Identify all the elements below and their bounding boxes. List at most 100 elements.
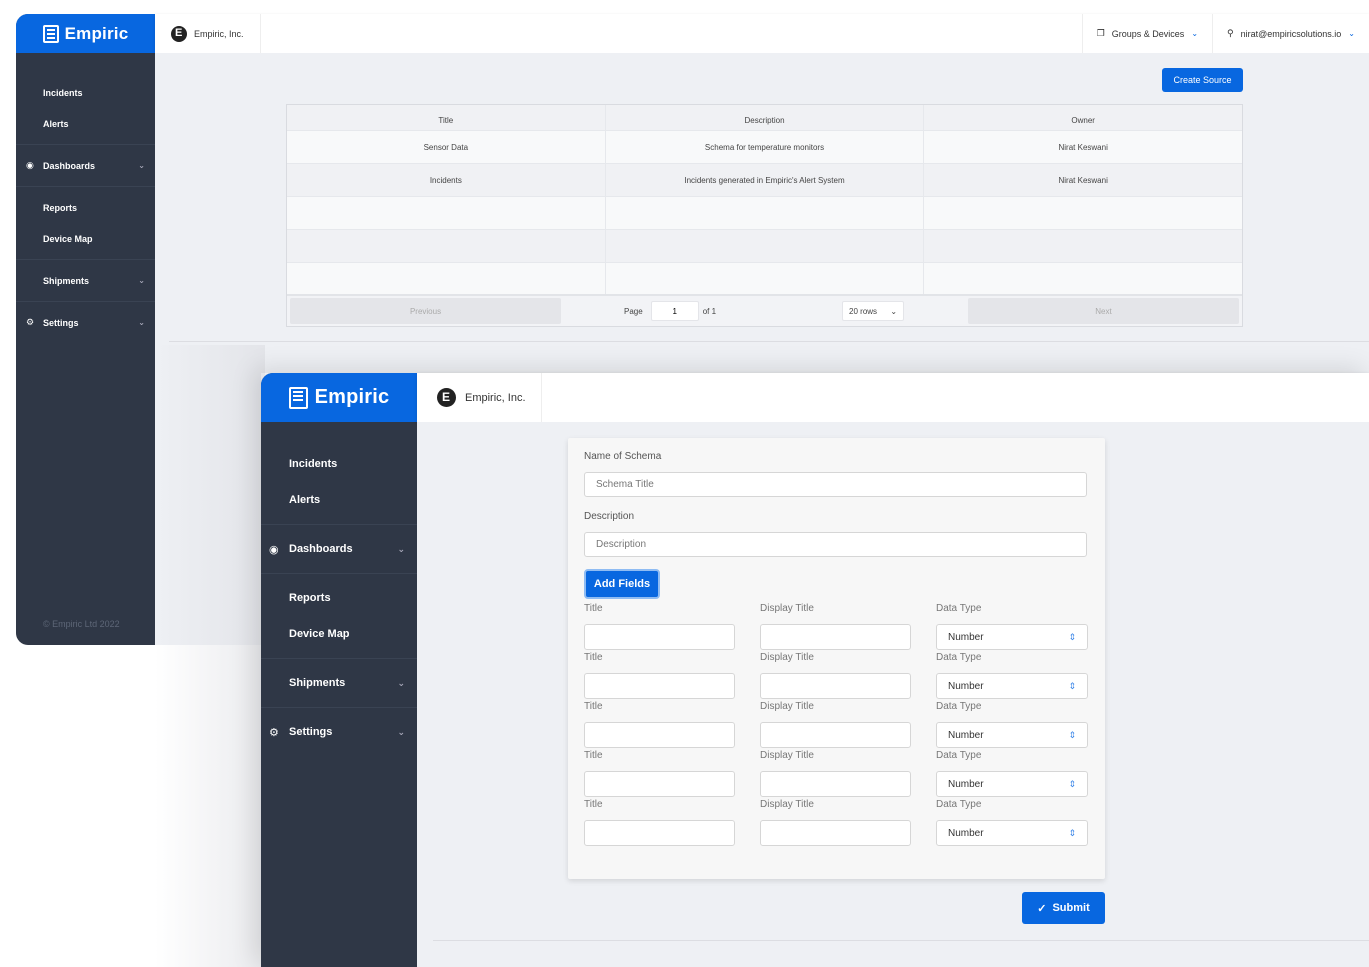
sidebar-divider [261, 707, 417, 708]
cell-title [287, 230, 606, 262]
description-label: Description [584, 511, 635, 522]
sidebar-item-settings[interactable]: ⚙ Settings ⌄ [16, 307, 155, 338]
brand-header[interactable]: Empiric [16, 14, 155, 53]
screenshot-stage: Empiric Incidents Alerts ◉ Dashboards ⌄ … [0, 0, 1369, 967]
table-row[interactable]: Sensor Data Schema for temperature monit… [287, 131, 1242, 164]
field-display-title-label: Display Title [760, 603, 814, 614]
sidebar-divider [261, 573, 417, 574]
submit-button[interactable]: ✓ Submit [1022, 892, 1105, 924]
field-title-input[interactable] [584, 771, 735, 797]
field-data-type-select[interactable]: Number ⇕ [936, 771, 1088, 797]
field-data-type-label: Data Type [936, 603, 982, 614]
schema-main: Name of Schema Schema Title Description … [417, 422, 1369, 967]
table-header-row: Title Description Owner [287, 105, 1242, 131]
sidebar-item-shipments[interactable]: Shipments ⌄ [16, 265, 155, 296]
field-data-type-select[interactable]: Number ⇕ [936, 722, 1088, 748]
top-bar-menus: ❐ Groups & Devices ⌄ ⚲ nirat@empiricsolu… [1081, 14, 1369, 53]
sidebar-item-reports[interactable]: Reports [16, 192, 155, 223]
page-controls: Page of 1 20 rows ⌄ [561, 301, 968, 321]
field-display-title-input[interactable] [760, 722, 911, 748]
select-arrows-icon: ⇕ [1068, 729, 1076, 740]
create-source-button[interactable]: Create Source [1162, 68, 1243, 92]
field-row: Title Display Title Data Type Number ⇕ [584, 651, 1089, 700]
description-input[interactable]: Description [584, 532, 1087, 557]
field-display-title-input[interactable] [760, 771, 911, 797]
cell-owner: Nirat Keswani [1058, 175, 1108, 185]
previous-page-button[interactable]: Previous [290, 298, 561, 324]
data-type-value: Number [948, 631, 984, 643]
user-menu[interactable]: ⚲ nirat@empiricsolutions.io ⌄ [1212, 14, 1369, 53]
field-display-title-input[interactable] [760, 673, 911, 699]
sidebar-item-dashboards[interactable]: ◉ Dashboards ⌄ [16, 150, 155, 181]
chevron-down-icon: ⌄ [1191, 29, 1199, 38]
table-row[interactable]: Incidents Incidents generated in Empiric… [287, 164, 1242, 197]
sidebar-item-incidents[interactable]: Incidents [261, 446, 417, 482]
field-title-input[interactable] [584, 673, 735, 699]
table-row-empty [287, 263, 1242, 296]
sidebar-item-settings[interactable]: ⚙ Settings ⌄ [261, 714, 417, 750]
field-display-title-input[interactable] [760, 820, 911, 846]
cell-description [606, 197, 925, 229]
sidebar-item-label: Reports [289, 592, 331, 604]
field-title-label: Title [584, 603, 603, 614]
org-switcher[interactable]: Empiric, Inc. [155, 14, 261, 53]
field-title-label: Title [584, 652, 603, 663]
field-row: Title Display Title Data Type Number ⇕ [584, 798, 1089, 847]
field-row: Title Display Title Data Type Number ⇕ [584, 700, 1089, 749]
field-title-label: Title [584, 799, 603, 810]
page-total: of 1 [702, 306, 717, 316]
empiric-logo-icon [288, 386, 308, 409]
sidebar-item-shipments[interactable]: Shipments ⌄ [261, 665, 417, 701]
sidebar-item-device-map[interactable]: Device Map [261, 616, 417, 652]
cell-description: Incidents generated in Empiric's Alert S… [606, 164, 925, 196]
field-data-type-label: Data Type [936, 799, 982, 810]
chevron-down-icon: ⌄ [1348, 29, 1355, 38]
sidebar-divider [16, 301, 155, 302]
empiric-logo-icon [42, 24, 59, 43]
groups-devices-menu[interactable]: ❐ Groups & Devices ⌄ [1081, 14, 1212, 53]
page-label: Page [624, 306, 643, 316]
schema-form: Name of Schema Schema Title Description … [568, 438, 1105, 879]
chevron-down-icon: ⌄ [890, 306, 898, 316]
field-data-type-select[interactable]: Number ⇕ [936, 820, 1088, 846]
sidebar-item-reports[interactable]: Reports [261, 580, 417, 616]
field-display-title-label: Display Title [760, 701, 814, 712]
brand-header[interactable]: Empiric [261, 373, 417, 422]
page-number-input[interactable] [650, 301, 699, 321]
sidebar-item-dashboards[interactable]: ◉ Dashboards ⌄ [261, 531, 417, 567]
field-title-input[interactable] [584, 820, 735, 846]
select-arrows-icon: ⇕ [1068, 631, 1076, 642]
table-row-empty [287, 197, 1242, 230]
data-type-value: Number [948, 729, 984, 741]
cell-title: Incidents [287, 164, 606, 196]
schema-title-input[interactable]: Schema Title [584, 472, 1087, 497]
user-icon: ⚲ [1227, 28, 1234, 38]
field-data-type-label: Data Type [936, 701, 982, 712]
rows-per-page-select[interactable]: 20 rows ⌄ [842, 301, 905, 321]
field-title-input[interactable] [584, 722, 735, 748]
brand-name: Empiric [314, 386, 390, 408]
column-header-owner[interactable]: Owner [924, 105, 1242, 130]
org-logo-icon [437, 388, 456, 407]
sidebar-item-incidents[interactable]: Incidents [16, 77, 155, 108]
sidebar-item-device-map[interactable]: Device Map [16, 223, 155, 254]
field-title-label: Title [584, 750, 603, 761]
sidebar-item-alerts[interactable]: Alerts [261, 482, 417, 518]
cell-title: Sensor Data [287, 131, 606, 163]
sidebar-nav: Incidents Alerts ◉ Dashboards ⌄ Reports … [261, 422, 417, 750]
sidebar-item-label: Settings [43, 317, 79, 328]
copyright-text: © Empiric Ltd 2022 [43, 619, 120, 629]
org-switcher[interactable]: Empiric, Inc. [417, 373, 542, 422]
dashboard-icon: ◉ [269, 543, 279, 556]
field-title-input[interactable] [584, 624, 735, 650]
next-page-button[interactable]: Next [968, 298, 1239, 324]
add-fields-button[interactable]: Add Fields [584, 569, 660, 599]
sidebar-item-label: Shipments [43, 275, 90, 286]
column-header-description[interactable]: Description [606, 105, 925, 130]
field-data-type-select[interactable]: Number ⇕ [936, 624, 1088, 650]
column-header-title[interactable]: Title [287, 105, 606, 130]
field-display-title-input[interactable] [760, 624, 911, 650]
sidebar-item-label: Alerts [289, 494, 321, 506]
sidebar-item-alerts[interactable]: Alerts [16, 108, 155, 139]
field-data-type-select[interactable]: Number ⇕ [936, 673, 1088, 699]
